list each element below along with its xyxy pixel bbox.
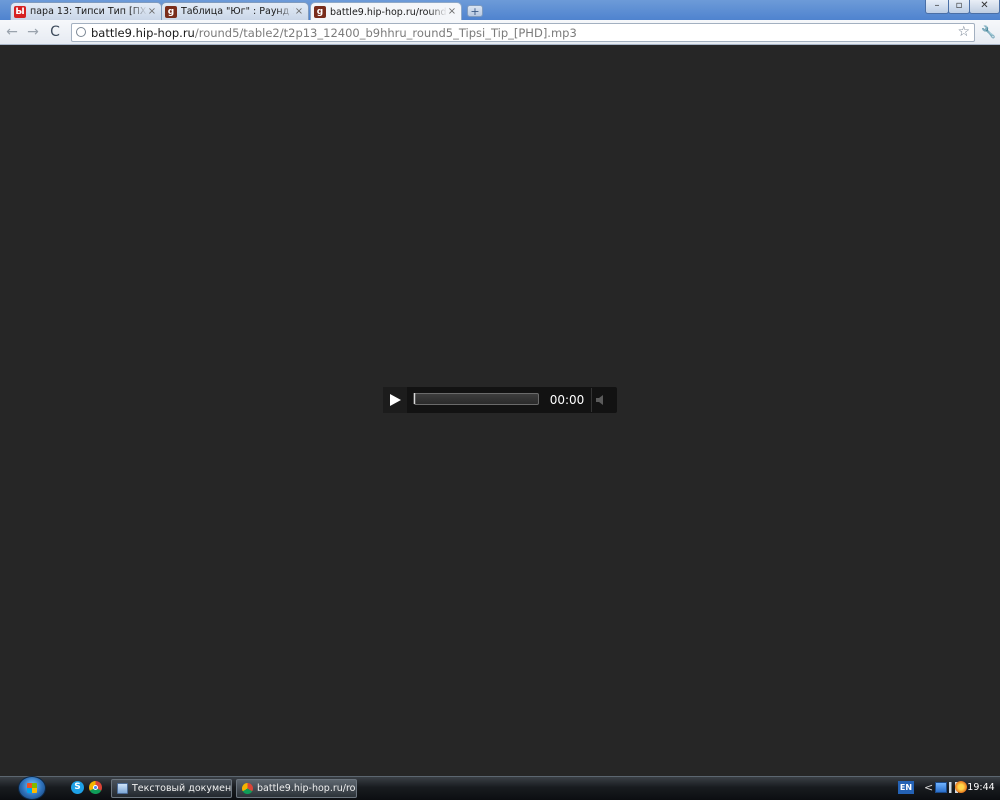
start-button[interactable] (18, 776, 46, 800)
page-icon (76, 27, 86, 37)
tab-close-icon[interactable]: × (294, 6, 304, 17)
chrome-icon (242, 783, 253, 794)
taskbar-button-label: Текстовый докумен... (132, 783, 232, 794)
tab-tablica-yug[interactable]: g Таблица "Юг" : Раунд 5 - Илья × (161, 2, 309, 20)
play-icon (390, 394, 401, 406)
tab-paira-13[interactable]: Ы пара 13: Типси Тип [ПХД] vs. Илья × (10, 2, 162, 20)
browser-toolbar: ← → C battle9.hip-hop.ru/round5/table2/t… (0, 20, 1000, 45)
tab-battle9-mp3[interactable]: g battle9.hip-hop.ru/round5/table2 × (310, 2, 462, 21)
seek-handle-icon[interactable]: Ι (411, 390, 418, 408)
skype-icon[interactable]: S (71, 781, 84, 794)
time-display: 00:00 (549, 393, 585, 407)
language-indicator[interactable]: EN (898, 781, 914, 794)
tab-title: Таблица "Юг" : Раунд 5 - Илья (181, 6, 294, 17)
window-maximize-button[interactable]: ▫ (948, 0, 970, 14)
url-host: battle9.hip-hop.ru (91, 26, 195, 40)
back-button[interactable]: ← (4, 24, 20, 40)
play-button[interactable] (383, 387, 407, 413)
taskbar-button-chrome[interactable]: battle9.hip-hop.ru/ro... (236, 779, 357, 798)
window-minimize-button[interactable]: – (925, 0, 949, 14)
volume-button[interactable] (595, 393, 607, 407)
volume-divider (591, 388, 592, 412)
forward-button[interactable]: → (25, 24, 41, 40)
g-favicon-icon: g (314, 6, 326, 18)
browser-tab-strip: Ы пара 13: Типси Тип [ПХД] vs. Илья × g … (0, 0, 1000, 21)
url-text[interactable]: battle9.hip-hop.ru/round5/table2/t2p13_1… (91, 26, 951, 40)
new-tab-button[interactable]: + (467, 5, 483, 17)
window-close-button[interactable]: ✕ (969, 0, 1000, 14)
g-favicon-icon: g (165, 5, 177, 18)
reload-button[interactable]: C (47, 24, 63, 40)
bookmark-star-icon[interactable]: ☆ (957, 24, 970, 41)
seek-bar[interactable] (414, 393, 539, 405)
windows-logo-icon (27, 783, 37, 793)
taskbar-button-notepad[interactable]: Текстовый докумен... (111, 779, 232, 798)
tab-title: пара 13: Типси Тип [ПХД] vs. Илья (30, 6, 147, 17)
speaker-icon (596, 395, 603, 405)
taskbar-button-label: battle9.hip-hop.ru/ro... (257, 783, 357, 794)
url-path: /round5/table2/t2p13_12400_b9hhru_round5… (194, 26, 577, 40)
tray-expand-icon[interactable]: < (924, 780, 933, 795)
tab-close-icon[interactable]: × (447, 7, 457, 17)
ya-favicon-icon: Ы (14, 5, 26, 18)
tab-close-icon[interactable]: × (147, 6, 157, 17)
clock[interactable]: 19:44 (966, 780, 996, 796)
notepad-icon (117, 783, 128, 794)
tab-title: battle9.hip-hop.ru/round5/table2 (330, 6, 447, 18)
wrench-menu-icon[interactable]: 🔧 (981, 24, 996, 40)
chrome-icon[interactable] (89, 781, 102, 794)
network-icon[interactable] (935, 782, 947, 793)
address-bar[interactable]: battle9.hip-hop.ru/round5/table2/t2p13_1… (71, 23, 975, 42)
